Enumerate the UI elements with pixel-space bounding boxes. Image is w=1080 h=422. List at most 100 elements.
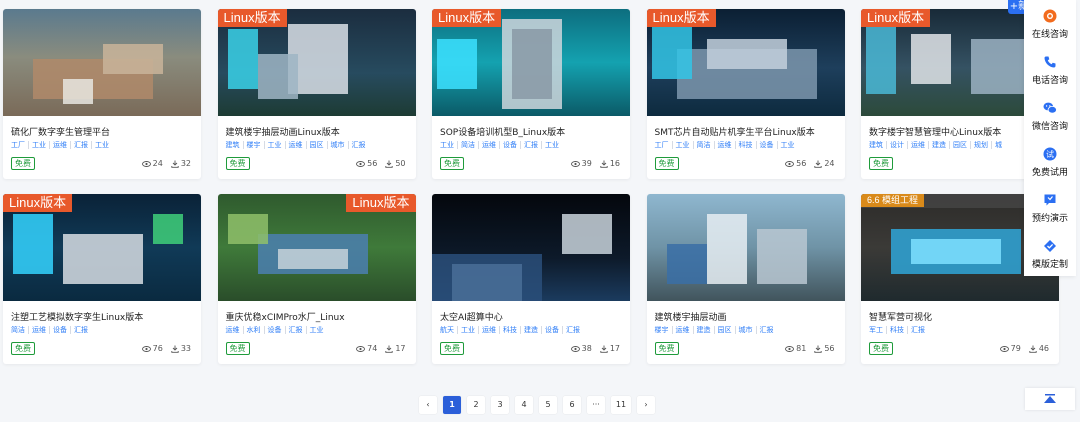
page-6-button[interactable]: 6 [563, 396, 581, 414]
tag[interactable]: 建筑 [869, 141, 886, 149]
template-card[interactable]: 太空AI超算中心 航天 工业 运维 科技 建造 设备 汇报 免费 38 17 [432, 194, 630, 364]
tag[interactable]: 城 [991, 141, 1005, 149]
tag[interactable]: 汇报 [520, 141, 541, 149]
tag[interactable]: 工厂 [655, 141, 672, 149]
tag[interactable]: 运维 [284, 141, 306, 149]
tag[interactable]: 汇报 [907, 326, 928, 334]
template-card[interactable]: Linux版本 注塑工艺模拟数字孪生Linux版本 简洁 运维 设备 汇报 免费 76 33 [3, 194, 201, 364]
next-page-button[interactable]: › [637, 396, 655, 414]
template-card[interactable]: 硫化厂数字孪生管理平台 工厂 工业 运维 汇报 工业 免费 24 32 [3, 9, 201, 179]
tag[interactable]: 工业 [263, 141, 285, 149]
tag[interactable]: 汇报 [70, 141, 91, 149]
template-card[interactable]: Linux版本 SOP设备培训机型B_Linux版本 工业 简洁 运维 设备 汇报 工业 免费 3… [432, 9, 630, 179]
tag[interactable]: 航天 [440, 326, 457, 334]
tag[interactable]: 简洁 [11, 326, 28, 334]
card-title[interactable]: SMT芯片自动贴片机孪生平台Linux版本 [655, 125, 815, 138]
tag[interactable]: 园区 [949, 141, 970, 149]
sidebar-item-chat-bubble[interactable]: 在线咨询 [1024, 8, 1076, 40]
card-thumbnail[interactable] [3, 9, 201, 116]
tag[interactable]: 简洁 [457, 141, 478, 149]
tag[interactable]: 汇报 [347, 141, 369, 149]
template-card[interactable]: Linux版本 SMT芯片自动贴片机孪生平台Linux版本 工厂 工业 简洁 运维 科技 设备… [646, 9, 845, 179]
card-thumbnail[interactable]: Linux版本 [3, 194, 201, 301]
tag[interactable]: 建造 [928, 141, 949, 149]
tag[interactable]: 设计 [886, 141, 907, 149]
tag[interactable]: 工业 [305, 326, 327, 334]
card-title[interactable]: 注塑工艺模拟数字孪生Linux版本 [11, 310, 143, 323]
tag[interactable]: 工业 [671, 141, 693, 149]
template-card[interactable]: Linux版本 建筑楼宇抽层动画Linux版本 建筑 楼宇 工业 运维 园区 城市 汇报 免费 56… [217, 9, 416, 179]
template-card[interactable]: 建筑楼宇抽层动画 楼宇 运维 建造 园区 城市 汇报 免费 81 56 [646, 194, 845, 364]
tag[interactable]: 工业 [541, 141, 562, 149]
tag[interactable]: 建造 [520, 326, 541, 334]
card-thumbnail[interactable]: Linux版本 [217, 194, 416, 301]
sidebar-item-phone[interactable]: 电话咨询 [1024, 54, 1076, 86]
page-ellipsis[interactable]: ··· [587, 396, 605, 414]
tag[interactable]: 运维 [49, 141, 70, 149]
tag[interactable]: 科技 [886, 326, 907, 334]
tag[interactable]: 军工 [869, 326, 886, 334]
card-thumbnail[interactable]: Linux版本 [432, 9, 630, 116]
tag[interactable]: 运维 [478, 141, 499, 149]
sidebar-item-trial[interactable]: 试免费试用 [1024, 146, 1076, 178]
template-card[interactable]: Linux版本 重庆优稳xCIMPro水厂_Linux 运维 水利 设备 汇报 工业 免费 74… [217, 194, 416, 364]
tag[interactable]: 设备 [499, 141, 520, 149]
tag[interactable]: 园区 [305, 141, 327, 149]
tag[interactable]: 水利 [242, 326, 264, 334]
tag[interactable]: 运维 [907, 141, 928, 149]
tag[interactable]: 建筑 [226, 141, 243, 149]
tag[interactable]: 工业 [440, 141, 457, 149]
tag[interactable]: 设备 [755, 141, 777, 149]
tag[interactable]: 园区 [713, 326, 735, 334]
tag[interactable]: 汇报 [562, 326, 583, 334]
sidebar-item-wechat[interactable]: 微信咨询 [1024, 100, 1076, 132]
card-thumbnail[interactable]: Linux版本 [217, 9, 416, 116]
tag[interactable]: 工厂 [11, 141, 28, 149]
tag[interactable]: 汇报 [755, 326, 777, 334]
page-3-button[interactable]: 3 [491, 396, 509, 414]
card-title[interactable]: 太空AI超算中心 [440, 310, 503, 323]
prev-page-button[interactable]: ‹ [419, 396, 437, 414]
card-title[interactable]: SOP设备培训机型B_Linux版本 [440, 125, 565, 138]
tag[interactable]: 运维 [671, 326, 693, 334]
tag[interactable]: 科技 [499, 326, 520, 334]
card-thumbnail[interactable] [646, 194, 845, 301]
tag[interactable]: 运维 [226, 326, 243, 334]
page-2-button[interactable]: 2 [467, 396, 485, 414]
tag[interactable]: 科技 [734, 141, 756, 149]
tag[interactable]: 设备 [541, 326, 562, 334]
tag[interactable]: 设备 [49, 326, 70, 334]
back-to-top-button[interactable] [1025, 388, 1075, 410]
card-thumbnail[interactable]: Linux版本 [646, 9, 845, 116]
tag[interactable]: 设备 [263, 326, 285, 334]
sidebar-item-calendar-flag[interactable]: 预约演示 [1024, 192, 1076, 224]
card-title[interactable]: 硫化厂数字孪生管理平台 [11, 125, 110, 138]
card-title[interactable]: 建筑楼宇抽层动画 [655, 310, 727, 323]
tag[interactable]: 简洁 [692, 141, 714, 149]
tag[interactable]: 汇报 [70, 326, 91, 334]
card-title[interactable]: 数字楼宇智慧管理中心Linux版本 [869, 125, 1001, 138]
tag[interactable]: 工业 [91, 141, 112, 149]
tag[interactable]: 工业 [457, 326, 478, 334]
card-title[interactable]: 重庆优稳xCIMPro水厂_Linux [226, 310, 345, 323]
card-title[interactable]: 智慧军营可视化 [869, 310, 932, 323]
tag[interactable]: 运维 [713, 141, 735, 149]
tag[interactable]: 工业 [776, 141, 798, 149]
tag[interactable]: 城市 [734, 326, 756, 334]
page-4-button[interactable]: 4 [515, 396, 533, 414]
sidebar-item-diamond[interactable]: 模版定制 [1024, 238, 1076, 270]
tag[interactable]: 汇报 [284, 326, 306, 334]
tag[interactable]: 规划 [970, 141, 991, 149]
tag[interactable]: 运维 [28, 326, 49, 334]
tag[interactable]: 工业 [28, 141, 49, 149]
tag[interactable]: 楼宇 [655, 326, 672, 334]
page-5-button[interactable]: 5 [539, 396, 557, 414]
tag[interactable]: 建造 [692, 326, 714, 334]
tag[interactable]: 运维 [478, 326, 499, 334]
tag[interactable]: 城市 [326, 141, 348, 149]
tag[interactable]: 楼宇 [242, 141, 264, 149]
card-thumbnail[interactable] [432, 194, 630, 301]
card-title[interactable]: 建筑楼宇抽层动画Linux版本 [226, 125, 340, 138]
page-1-button[interactable]: 1 [443, 396, 461, 414]
page-11-button[interactable]: 11 [611, 396, 631, 414]
